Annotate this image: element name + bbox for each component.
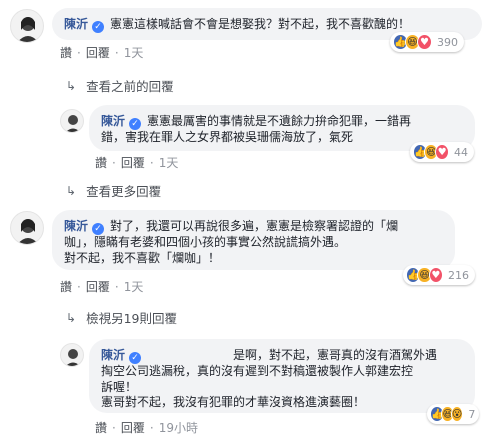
avatar[interactable]: [10, 211, 44, 245]
view-previous-replies-link[interactable]: ↳ 查看之前的回覆: [66, 76, 174, 95]
view-more-replies-link[interactable]: ↳ 查看更多回覆: [66, 181, 161, 200]
comment-text: 咖」，隱瞞有老婆和四個小孩的事實公然說謊搞外遇。: [64, 235, 347, 249]
like-link[interactable]: 讚: [95, 421, 107, 435]
comment-author[interactable]: 陳沂: [64, 17, 88, 31]
view-more-label: 查看更多回覆: [86, 184, 162, 199]
comment-actions: 讚 · 回覆 · 19小時: [95, 421, 198, 435]
reaction-summary[interactable]: 👍 😆 ♥ 44: [410, 142, 474, 162]
comment-text: 掏空公司逃漏稅，真的沒有遲到不對稿還被製作人郭建宏控: [101, 364, 414, 378]
view-other-label: 檢視另19則回覆: [86, 311, 177, 326]
comment-text: 憲憲最厲害的事情就是不遺餘力拚命犯罪，一錯再: [147, 114, 412, 128]
reply-arrow-icon: ↳: [66, 183, 77, 198]
verified-badge-icon: ✓: [92, 21, 105, 33]
reaction-summary[interactable]: 👍 😆 😮 7: [427, 404, 479, 424]
view-other-replies-link[interactable]: ↳ 檢視另19則回覆: [66, 308, 177, 327]
reply-link[interactable]: 回覆: [86, 280, 110, 294]
reaction-summary[interactable]: 👍 😆 ♥ 216: [403, 265, 475, 285]
avatar[interactable]: [60, 109, 84, 133]
reaction-count: 216: [447, 268, 469, 282]
comment-actions: 讚 · 回覆 · 1天: [60, 46, 144, 60]
like-link[interactable]: 讚: [60, 46, 72, 60]
avatar[interactable]: [60, 343, 84, 367]
reply-link[interactable]: 回覆: [121, 156, 145, 170]
comment-text: 憲憲這樣喊話會不會是想娶我？對不起，我不喜歡醜的！: [110, 17, 411, 31]
reply-link[interactable]: 回覆: [86, 46, 110, 60]
love-reaction-icon: ♥: [417, 34, 432, 50]
comment-actions: 讚 · 回覆 · 1天: [60, 280, 144, 294]
reaction-count: 44: [453, 145, 468, 159]
comment-text: 憲哥對不起，我沒有犯罪的才華沒資格進演藝圈！: [101, 395, 366, 409]
comment-author[interactable]: 陳沂: [101, 114, 125, 128]
comment-author[interactable]: 陳沂: [101, 348, 125, 362]
timestamp[interactable]: 19小時: [159, 421, 198, 435]
verified-badge-icon: ✓: [129, 118, 142, 130]
comment-actions: 讚 · 回覆 · 1天: [95, 156, 179, 170]
comment-text: 對了，我還可以再說很多遍，憲憲是檢察署認證的「爛: [110, 219, 399, 233]
timestamp[interactable]: 1天: [124, 280, 144, 294]
view-previous-label: 查看之前的回覆: [86, 79, 174, 94]
reply-arrow-icon: ↳: [66, 310, 77, 325]
wow-reaction-icon: 😮: [450, 406, 464, 422]
verified-badge-icon: ✓: [129, 352, 142, 364]
comment-bubble: 陳沂 ✓ 對了，我還可以再說很多遍，憲憲是檢察署認證的「爛 咖」，隱瞞有老婆和四個小…: [52, 210, 455, 270]
comment-author[interactable]: 陳沂: [64, 219, 88, 233]
timestamp[interactable]: 1天: [159, 156, 179, 170]
timestamp[interactable]: 1天: [124, 46, 144, 60]
comment-bubble: 陳沂 ✓ 是啊，對不起，憲哥真的沒有酒駕外遇 掏空公司逃漏稅，真的沒有遲到不對稿還被…: [89, 339, 475, 413]
like-link[interactable]: 讚: [95, 156, 107, 170]
reaction-summary[interactable]: 👍 😆 ♥ 390: [390, 32, 464, 52]
verified-badge-icon: ✓: [92, 223, 105, 235]
comment-text: 對不起，我不喜歡「爛咖」！: [64, 250, 221, 265]
comment-text: 是啊，對不起，憲哥真的沒有酒駕外遇: [233, 348, 438, 362]
reaction-count: 7: [468, 407, 476, 421]
reaction-count: 390: [437, 35, 458, 49]
reply-link[interactable]: 回覆: [121, 421, 145, 435]
reply-arrow-icon: ↳: [66, 78, 77, 93]
like-link[interactable]: 讚: [60, 280, 72, 294]
comment-text: 訴喔！: [101, 379, 138, 394]
avatar[interactable]: [10, 9, 44, 43]
love-reaction-icon: ♥: [435, 144, 449, 160]
comment-text: 錯，害我在罪人之女界都被吳珊儒海放了，氣死: [101, 130, 354, 144]
love-reaction-icon: ♥: [428, 267, 443, 283]
